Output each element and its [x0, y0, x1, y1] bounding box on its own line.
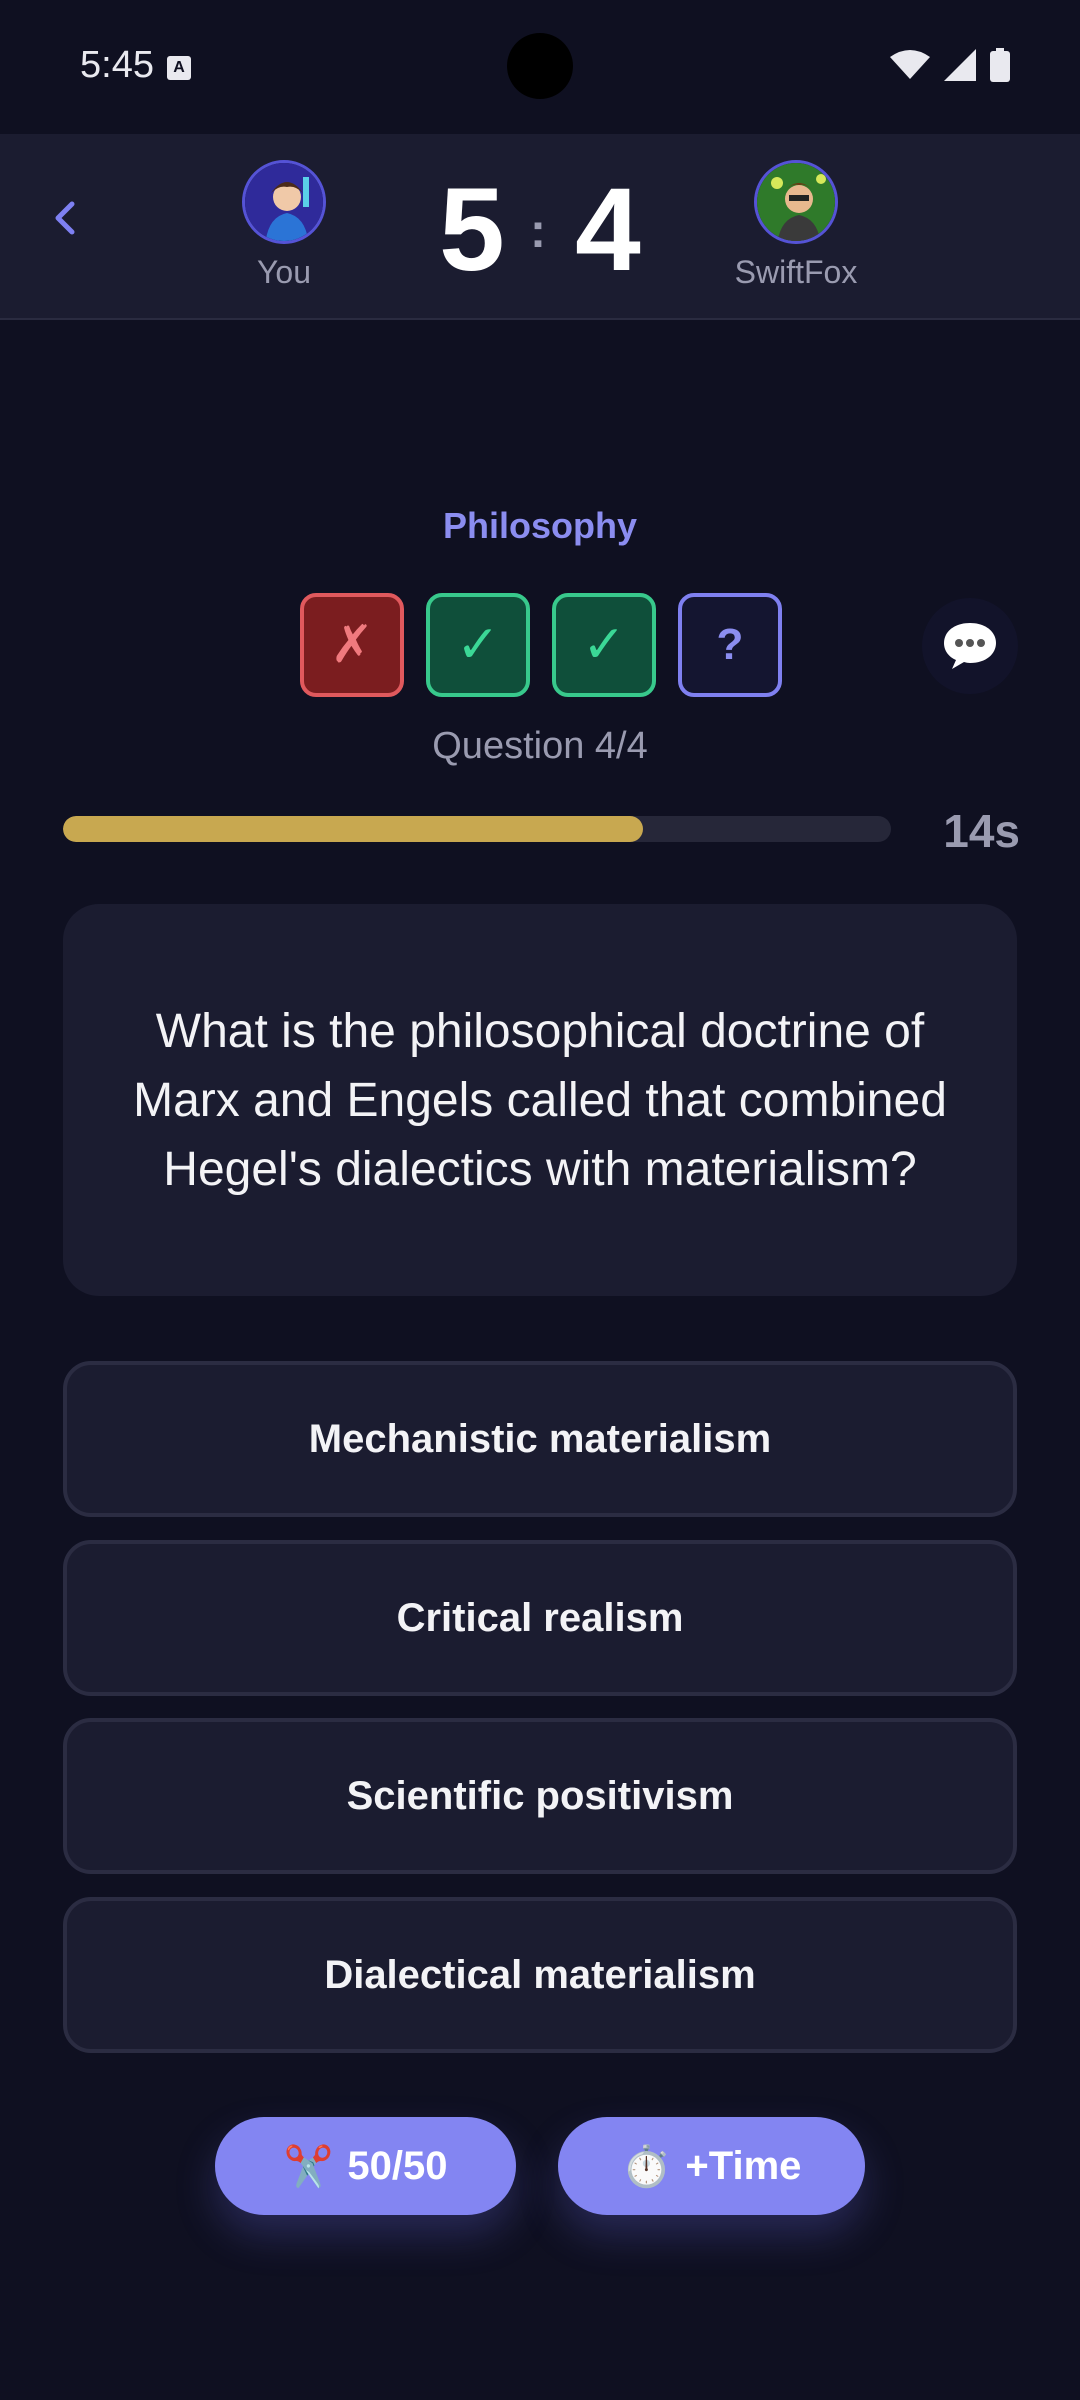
category-label: Philosophy	[442, 505, 637, 546]
score-opponent: 4	[575, 164, 641, 296]
speech-bubble-icon	[944, 623, 996, 669]
round-indicator-pending: ?	[678, 593, 782, 697]
round-indicators: ✗ ✓ ✓ ?	[300, 593, 782, 697]
battery-icon	[990, 48, 1010, 82]
match-header: You 5 : 4 SwiftFox	[0, 134, 1080, 320]
answer-option[interactable]: Critical realism	[63, 1540, 1017, 1696]
wifi-icon	[890, 50, 930, 79]
status-bar: 5:45 A	[0, 0, 1080, 134]
status-icons	[890, 48, 1010, 82]
round-indicator-correct: ✓	[552, 593, 656, 697]
question-text: What is the philosophical doctrine of Ma…	[133, 1004, 947, 1196]
stopwatch-icon: ⏱️	[621, 2144, 672, 2189]
fifty-fifty-label: 50/50	[347, 2143, 448, 2188]
chat-button[interactable]	[922, 598, 1018, 694]
player-opponent: SwiftFox	[716, 160, 876, 291]
answer-option[interactable]: Scientific positivism	[63, 1718, 1017, 1874]
notification-icon: A	[167, 56, 191, 80]
round-indicator-wrong: ✗	[300, 593, 404, 697]
timer-progress-bar	[63, 816, 891, 842]
question-card: What is the philosophical doctrine of Ma…	[63, 904, 1017, 1296]
avatar-opponent	[754, 160, 838, 244]
round-indicator-correct: ✓	[426, 593, 530, 697]
answer-option[interactable]: Dialectical materialism	[63, 1897, 1017, 2053]
camera-cutout	[507, 33, 573, 99]
fifty-fifty-button[interactable]: ✂️ 50/50	[215, 2117, 516, 2215]
scissors-icon: ✂️	[283, 2144, 334, 2189]
avatar-you	[242, 160, 326, 244]
status-time: 5:45	[80, 44, 154, 86]
timer-progress-fill	[63, 816, 643, 842]
player-name-you: You	[257, 254, 311, 290]
player-you: You	[204, 160, 364, 291]
timer-text: 14s	[943, 805, 1020, 857]
question-counter: Question 4/4	[432, 725, 648, 767]
chevron-left-icon	[55, 201, 75, 235]
back-button[interactable]	[36, 188, 96, 248]
signal-icon	[944, 49, 976, 81]
answer-option[interactable]: Mechanistic materialism	[63, 1361, 1017, 1517]
extra-time-button[interactable]: ⏱️ +Time	[558, 2117, 865, 2215]
extra-time-label: +Time	[685, 2143, 802, 2188]
player-name-opponent: SwiftFox	[734, 254, 858, 290]
